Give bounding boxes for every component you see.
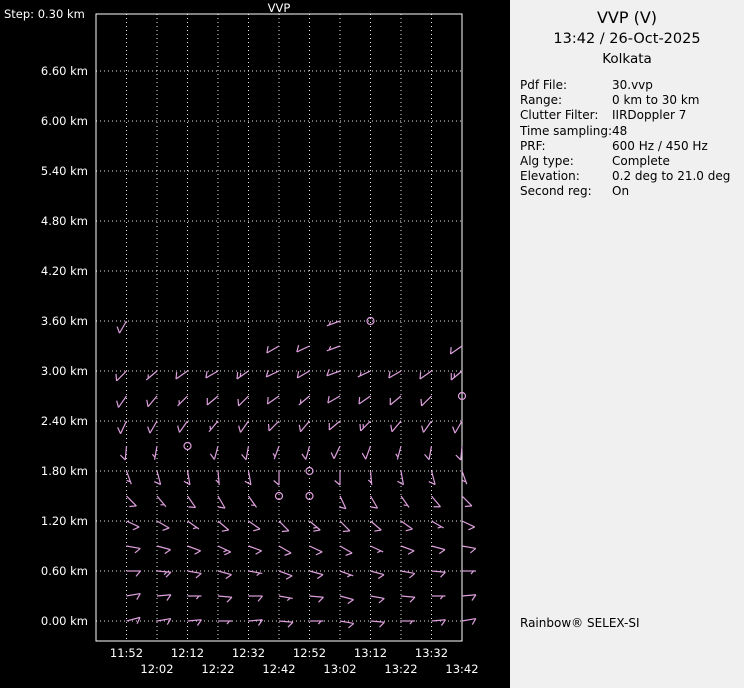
field-row-elevation: Elevation: 0.2 deg to 21.0 deg [520, 169, 744, 184]
svg-text:3.60 km: 3.60 km [41, 314, 88, 328]
chart-area: Step: 0.30 km VVP 6.60 km 6.00 km 5.40 km 4… [0, 0, 510, 688]
svg-text:2.40 km: 2.40 km [41, 414, 88, 428]
field-value: 600 Hz / 450 Hz [612, 138, 708, 153]
svg-text:1.20 km: 1.20 km [41, 514, 88, 528]
field-value: IIRDoppler 7 [612, 108, 687, 123]
field-label: Alg type: [520, 154, 574, 169]
svg-text:13:12: 13:12 [354, 646, 387, 660]
field-value: On [612, 184, 630, 199]
field-label: Pdf File: [520, 78, 568, 92]
svg-text:13:02: 13:02 [323, 662, 356, 676]
svg-text:13:22: 13:22 [384, 662, 417, 676]
svg-text:3.00 km: 3.00 km [41, 364, 88, 378]
field-row-alg-type: Alg type: Complete [520, 154, 744, 169]
vvp-window: Step: 0.30 km VVP 6.60 km 6.00 km 5.40 km 4… [0, 0, 744, 688]
svg-text:4.20 km: 4.20 km [41, 264, 88, 278]
svg-text:5.40 km: 5.40 km [41, 164, 88, 178]
field-label: Time sampling: [520, 123, 613, 138]
svg-text:4.80 km: 4.80 km [41, 214, 88, 228]
svg-text:12:32: 12:32 [232, 646, 265, 660]
panel-datetime: 13:42 / 26-Oct-2025 [553, 31, 701, 47]
field-row-second-reg: Second reg: On [520, 184, 744, 199]
field-label: Second reg: [520, 184, 592, 199]
svg-text:0.00 km: 0.00 km [41, 614, 88, 628]
svg-text:13:42: 13:42 [445, 662, 478, 676]
svg-text:13:32: 13:32 [415, 646, 448, 660]
svg-text:12:22: 12:22 [201, 662, 234, 676]
svg-text:12:02: 12:02 [140, 662, 173, 676]
field-value: 30.vvp [612, 78, 653, 92]
field-value: 0.2 deg to 21.0 deg [612, 169, 731, 184]
svg-text:1.80 km: 1.80 km [41, 464, 88, 478]
field-value: 48 [612, 123, 628, 138]
field-list: Pdf File: 30.vvp Range: 0 km to 30 km Cl… [520, 78, 744, 200]
svg-text:0.60 km: 0.60 km [41, 564, 88, 578]
vvp-wind-barb-chart: 6.60 km 6.00 km 5.40 km 4.80 km 4.20 km 3.60 … [41, 13, 479, 676]
svg-text:11:52: 11:52 [110, 646, 143, 660]
field-row-prf: PRF: 600 Hz / 450 Hz [520, 139, 744, 154]
panel-site: Kolkata [602, 51, 652, 67]
svg-text:6.60 km: 6.60 km [41, 64, 88, 78]
info-panel: VVP (V) 13:42 / 26-Oct-2025 Kolkata Pdf … [510, 0, 744, 688]
field-label: Elevation: [520, 169, 580, 184]
svg-text:12:52: 12:52 [293, 646, 326, 660]
panel-title: VVP (V) [596, 8, 658, 27]
svg-text:12:12: 12:12 [171, 646, 204, 660]
field-label: Clutter Filter: [520, 108, 599, 123]
field-row-pdf-file: Pdf File: 30.vvp [520, 78, 744, 93]
field-label: Range: [520, 93, 563, 108]
field-value: 0 km to 30 km [612, 93, 700, 108]
svg-text:12:42: 12:42 [262, 662, 295, 676]
field-value: Complete [612, 154, 670, 169]
field-label: PRF: [520, 138, 546, 153]
field-row-clutter-filter: Clutter Filter: IIRDoppler 7 [520, 108, 744, 123]
brand-footer: Rainbow® SELEX-SI [520, 616, 640, 630]
svg-text:6.00 km: 6.00 km [41, 114, 88, 128]
field-row-range: Range: 0 km to 30 km [520, 93, 744, 108]
field-row-time-sampling: Time sampling: 48 [520, 124, 744, 139]
